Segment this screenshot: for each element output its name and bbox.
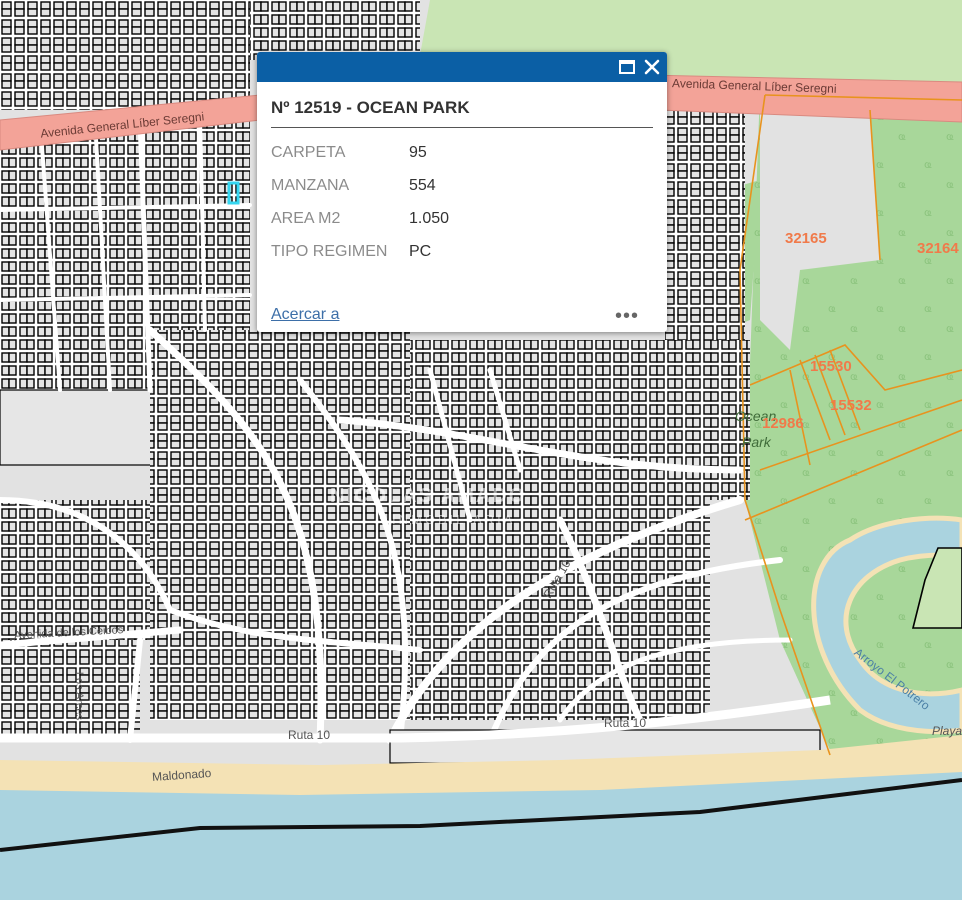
residential-blocks-north [0,0,250,110]
attribute-label: AREA M2 [271,209,341,227]
close-icon[interactable] [642,57,662,77]
attribute-value: 554 [409,176,436,194]
residential-blocks-ceibos [0,640,140,735]
more-options-button[interactable]: ••• [615,306,639,326]
large-lot [0,389,156,466]
street-label-arces: Los Arces [73,671,86,721]
parcel-label-15530[interactable]: 15530 [810,358,852,375]
zoom-to-link[interactable]: Acercar a [271,306,339,324]
attribute-label: CARPETA [271,143,346,161]
attribute-label: TIPO REGIMEN [271,242,388,260]
attribute-row: CARPETA 95 [271,136,449,169]
residential-blocks-northeast [250,0,420,60]
attribute-value: 1.050 [409,209,450,227]
attribute-value: PC [409,242,432,260]
attribute-value: 95 [409,143,427,161]
parcel-label-32164[interactable]: 32164 [917,240,959,257]
maximize-icon[interactable] [617,57,637,77]
watermark-logo: NICOLAS AMADO [330,485,527,507]
park-label-park: Park [742,434,771,450]
parcel-label-15532[interactable]: 15532 [830,397,872,414]
parcel-label-32165[interactable]: 32165 [785,230,827,247]
street-label-ruta10-bottom: Ruta 10 [288,728,331,742]
attribute-label: MANZANA [271,176,350,194]
parcel-label-12986[interactable]: 12986 [762,415,804,432]
street-label-ruta10-low: Ruta 10 [604,716,647,730]
attribute-row: TIPO REGIMEN PC [271,235,449,268]
watermark-subtitle: INMOBILIARIA [392,512,516,527]
residential-blocks-east [410,340,710,720]
attribute-row: AREA M2 1.050 [271,202,449,235]
residential-blocks-center [150,330,410,720]
popup-header [257,52,667,82]
popup-title: Nº 12519 - OCEAN PARK [271,98,653,128]
beach-label-playa: Playa [932,724,962,738]
feature-popup: Nº 12519 - OCEAN PARK CARPETA 95 MANZANA… [257,52,667,332]
residential-blocks-ne [665,100,745,340]
attribute-row: MANZANA 554 [271,169,449,202]
attribute-table: CARPETA 95 MANZANA 554 AREA M2 1.050 TIP… [271,136,449,268]
